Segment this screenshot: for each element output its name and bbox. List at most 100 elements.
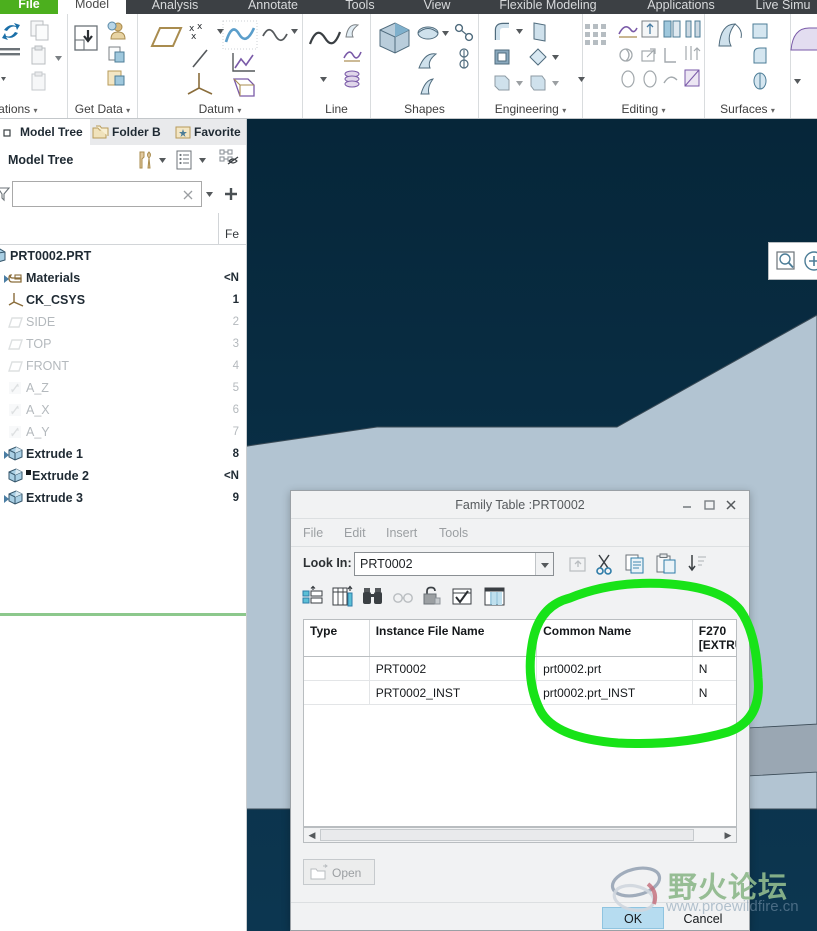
tree-item-extrude-1[interactable]: Extrude 18 — [0, 443, 247, 465]
table-icon[interactable] — [483, 585, 507, 609]
datum-point-icon[interactable]: x x x — [186, 20, 216, 42]
chamfer-icon[interactable] — [527, 72, 549, 94]
round-caret-icon[interactable] — [513, 24, 527, 38]
tree-item-a-x[interactable]: A_X6 — [0, 399, 247, 421]
graph-icon[interactable] — [230, 50, 258, 76]
search-input[interactable] — [12, 181, 202, 207]
ok-button[interactable]: OK — [602, 907, 664, 929]
copy-icon[interactable] — [624, 553, 648, 575]
nav-tab-folder-browser[interactable]: Folder B — [92, 119, 170, 145]
offset-icon[interactable] — [661, 44, 681, 66]
table-row[interactable]: PRT0002 prt0002.prt N Y — [304, 657, 737, 681]
tree-item-a-z[interactable]: A_Z5 — [0, 377, 247, 399]
sweep-blend-icon[interactable] — [415, 48, 441, 74]
editing-caret-icon[interactable] — [575, 72, 589, 86]
tree-item-front[interactable]: FRONT4 — [0, 355, 247, 377]
merge-icon[interactable] — [683, 18, 703, 40]
ribbon-tab-file[interactable]: File — [0, 0, 58, 14]
insert-row-icon[interactable] — [331, 585, 355, 609]
operations-caret-icon[interactable] — [0, 72, 14, 86]
clear-x-icon[interactable] — [182, 189, 194, 201]
viewport-floating-toolbar[interactable] — [768, 242, 817, 280]
hole-icon[interactable] — [491, 72, 513, 94]
revolve-caret-icon[interactable] — [439, 26, 453, 40]
line-curve-icon[interactable] — [307, 24, 343, 54]
thicken-icon[interactable] — [681, 42, 703, 66]
sweep-icon[interactable] — [453, 22, 475, 44]
draft-icon[interactable] — [529, 20, 551, 44]
datum-axis-line-icon[interactable] — [188, 46, 214, 72]
menu-edit[interactable]: Edit — [344, 519, 366, 547]
search-icon[interactable] — [775, 250, 797, 272]
tree-item-a-y[interactable]: A_Y7 — [0, 421, 247, 443]
paste-icon[interactable] — [655, 553, 679, 575]
ribbon-tab-live-simulation[interactable]: Live Simu — [748, 0, 817, 14]
menu-lines-icon[interactable] — [0, 46, 24, 60]
cell-common-name[interactable]: prt0002.prt — [537, 657, 693, 681]
sort-icon[interactable] — [687, 552, 709, 576]
cell-instance-file-name[interactable]: PRT0002_INST — [369, 681, 536, 705]
tree-item-extrude-2[interactable]: Extrude 2<N — [0, 465, 247, 487]
add-column-icon[interactable] — [301, 585, 325, 609]
solidify-icon[interactable] — [617, 68, 639, 92]
import-data-icon[interactable] — [72, 22, 106, 56]
cell-f270[interactable]: N — [692, 657, 737, 681]
maximize-button[interactable] — [701, 497, 717, 513]
column-header-instance-file-name[interactable]: Instance File Name — [369, 620, 536, 657]
chevron-down-icon[interactable] — [535, 553, 553, 575]
project-icon[interactable] — [617, 20, 639, 40]
chamfer-caret-icon[interactable] — [549, 76, 563, 90]
cell-type[interactable] — [304, 657, 369, 681]
ribbon-tab-applications[interactable]: Applications — [622, 0, 740, 14]
datum-sketch-caret-icon[interactable] — [288, 24, 302, 38]
verify-icon[interactable] — [451, 585, 475, 609]
extend-icon[interactable] — [639, 44, 661, 66]
surface-revolve-icon[interactable] — [749, 70, 771, 94]
tree-item-extrude-3[interactable]: Extrude 39 — [0, 487, 247, 509]
ribbon-tab-annotate[interactable]: Annotate — [228, 0, 318, 14]
scroll-left-arrow-icon[interactable]: ◀ — [305, 829, 319, 841]
lock-icon[interactable] — [421, 585, 443, 609]
nav-tab-favorites[interactable]: Favorite — [174, 119, 254, 145]
remove-icon[interactable] — [639, 68, 661, 92]
surface-freestyle-icon[interactable] — [787, 24, 817, 58]
ribbon-tab-view[interactable]: View — [403, 0, 471, 14]
surface-curve-icon[interactable] — [749, 44, 771, 68]
mirror-icon[interactable] — [661, 18, 683, 40]
menu-insert[interactable]: Insert — [386, 519, 417, 547]
open-button[interactable]: Open — [303, 859, 375, 885]
revolve-icon[interactable] — [415, 22, 441, 44]
pattern-icon[interactable] — [581, 20, 615, 54]
datum-sketch-icon[interactable] — [260, 22, 290, 48]
hole-caret-icon[interactable] — [513, 76, 527, 90]
helical-sweep-icon[interactable] — [453, 48, 475, 70]
tree-item-prt0002-prt[interactable]: PRT0002.PRT — [0, 245, 247, 267]
tree-item-ck-csys[interactable]: CK_CSYS1 — [0, 289, 247, 311]
add-plus-icon[interactable] — [222, 185, 240, 203]
up-one-level-icon[interactable] — [567, 553, 589, 575]
spinal-bend-icon[interactable] — [341, 68, 363, 92]
display-dropdown-caret[interactable] — [196, 154, 210, 166]
cut-icon[interactable] — [594, 552, 616, 576]
tree-item-side[interactable]: SIDE2 — [0, 311, 247, 333]
shell-icon[interactable] — [491, 46, 513, 68]
user-data-icon[interactable] — [106, 20, 128, 42]
trim-icon[interactable] — [639, 18, 661, 40]
extrude-icon[interactable] — [375, 20, 413, 56]
tree-item-materials[interactable]: Materials<N — [0, 267, 247, 289]
rib-caret-icon[interactable] — [549, 50, 563, 64]
minimize-button[interactable] — [679, 497, 695, 513]
datum-plane-icon[interactable] — [150, 24, 184, 52]
zoom-in-icon[interactable] — [803, 250, 817, 272]
datum-ref-icon[interactable] — [230, 74, 258, 100]
tree-item-top[interactable]: TOP3 — [0, 333, 247, 355]
paste-caret-icon[interactable] — [52, 52, 66, 64]
blend-icon[interactable] — [415, 74, 441, 100]
menu-file[interactable]: File — [303, 519, 323, 547]
family-table-grid[interactable]: Type Instance File Name Common Name F270… — [303, 619, 737, 827]
ribbon-tab-analysis[interactable]: Analysis — [132, 0, 218, 14]
close-button[interactable] — [723, 497, 739, 513]
ribbon-tab-tools[interactable]: Tools — [325, 0, 395, 14]
column-header-f270[interactable]: F270 [EXTRUDE_2] — [692, 620, 737, 657]
wrap-icon[interactable] — [661, 68, 681, 92]
